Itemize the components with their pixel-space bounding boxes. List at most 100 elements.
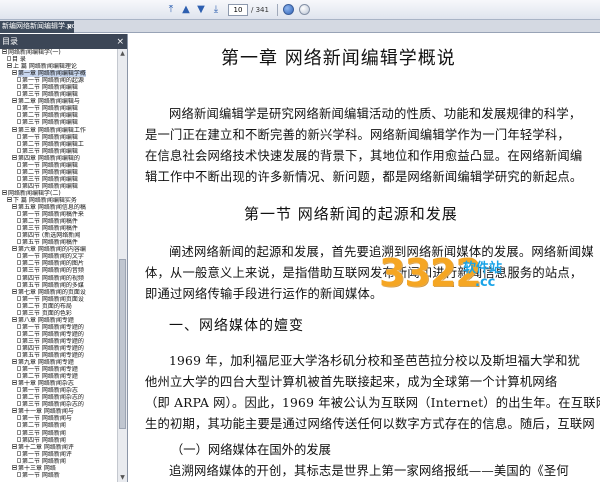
bookmark-item[interactable]: 第十二章 网络新闻评 — [0, 443, 118, 451]
bookmark-item[interactable]: 下 篇 网络新闻编辑实务 — [0, 196, 118, 204]
bookmark-item[interactable]: 第三节 页面的色彩 — [0, 309, 118, 317]
bookmark-item[interactable]: 第三节 网络新闻专题的 — [0, 337, 118, 345]
sidebar-header: 目录 × — [0, 34, 127, 49]
expand-toggle-icon[interactable] — [12, 464, 17, 470]
bookmark-item[interactable]: 第五节 网络新闻稿件 — [0, 239, 118, 246]
bookmark-item[interactable]: 第一节 网络新闻的文字 — [0, 253, 118, 260]
next-page-button[interactable]: ▼ — [195, 4, 207, 16]
bookmark-item[interactable]: 第三节 网络新闻编辑 — [0, 91, 118, 98]
expand-toggle-icon[interactable] — [7, 63, 12, 69]
bookmark-item[interactable]: 第二节 网络新闻编辑 — [0, 168, 118, 176]
bookmark-item[interactable]: 第十一章 网络新闻与 — [0, 408, 118, 415]
bookmark-item[interactable]: 第六章 网络新闻的内容编 — [0, 246, 118, 253]
bookmark-item[interactable]: 第三章 网络新闻编辑工作 — [0, 126, 118, 134]
bookmark-item[interactable]: 第二节 网络新闻专题的 — [0, 330, 118, 338]
page-icon — [17, 281, 21, 287]
page-icon — [17, 182, 21, 188]
bookmark-item[interactable]: 第四节 网络新闻编辑 — [0, 182, 118, 190]
bookmark-item[interactable]: 第一节 网络新 — [0, 471, 118, 479]
page-number-input[interactable]: 10 — [228, 3, 248, 16]
scroll-down-icon[interactable]: ▼ — [118, 473, 127, 482]
bookmark-item[interactable]: 第一节 网络新闻的起源 — [0, 77, 118, 84]
expand-toggle-icon[interactable] — [12, 154, 17, 160]
go-forward-button[interactable] — [298, 4, 310, 15]
bookmark-item[interactable]: 第一节 网络新闻编辑 — [0, 133, 118, 141]
expand-toggle-icon[interactable] — [12, 288, 17, 294]
bookmark-item[interactable]: 第四章 网络新闻编辑的 — [0, 154, 118, 162]
expand-toggle-icon[interactable] — [7, 196, 12, 202]
last-page-button[interactable]: ⤓ — [210, 4, 222, 16]
bookmark-item[interactable]: 第二节 网络新闻杂志的 — [0, 394, 118, 401]
bookmark-item[interactable]: 第四节 网络新闻的视频 — [0, 274, 118, 282]
previous-page-button[interactable]: ▲ — [180, 4, 192, 16]
expand-toggle-icon[interactable] — [2, 49, 7, 54]
bookmark-item[interactable]: 第五节 网络新闻的多媒 — [0, 281, 118, 289]
expand-toggle-icon[interactable] — [2, 189, 7, 195]
bookmark-item[interactable]: 第一节 网络新闻编辑 — [0, 161, 118, 169]
bookmark-item[interactable]: 第二节 网络新闻专题 — [0, 373, 118, 380]
tab-document[interactable]: 新编网络新闻编辑学.pdf — [0, 21, 74, 33]
expand-toggle-icon[interactable] — [12, 98, 17, 104]
bookmark-item[interactable]: 第一节 网络新闻专题 — [0, 366, 118, 373]
bookmark-item[interactable]: 第二节 网络新闻编辑工 — [0, 140, 118, 148]
expand-toggle-icon[interactable] — [12, 204, 17, 210]
bookmark-item[interactable]: 第十章 网络新闻杂志 — [0, 380, 118, 387]
bookmark-item[interactable]: 第四节 网络新闻 — [0, 436, 118, 444]
bookmark-item[interactable]: 网络新闻编辑学(一) — [0, 49, 118, 56]
bookmark-item[interactable]: 上 篇 网络新闻编辑理论 — [0, 63, 118, 70]
expand-toggle-icon[interactable] — [12, 246, 17, 252]
bookmark-item[interactable]: 第三节 网络新闻编辑 — [0, 119, 118, 126]
bookmark-item[interactable]: 第一节 网络新闻稿件来 — [0, 211, 118, 218]
paragraph-line: 即通过网络传输手段进行运作的新闻媒体。 — [145, 287, 383, 301]
go-back-button[interactable] — [282, 4, 294, 15]
bookmark-item[interactable]: 第二章 网络新闻编辑与 — [0, 98, 118, 105]
expand-toggle-icon[interactable] — [12, 380, 17, 386]
sidebar-close-icon[interactable]: × — [116, 35, 124, 50]
bookmark-item[interactable]: 第五章 网络新闻信息的稿 — [0, 204, 118, 211]
page-icon — [17, 260, 21, 266]
bookmark-item[interactable]: 第三节 网络新闻编辑 — [0, 147, 118, 155]
expand-toggle-icon[interactable] — [12, 408, 17, 414]
bookmark-item[interactable]: 第五节 网络新闻专题的 — [0, 352, 118, 359]
bookmark-item[interactable]: 第一节 网络新闻杂志 — [0, 387, 118, 394]
expand-toggle-icon[interactable] — [12, 316, 17, 322]
bookmark-item[interactable]: 第九章 网络新闻专题 — [0, 359, 118, 366]
bookmark-item[interactable]: 第七章 网络新闻的页面设 — [0, 288, 118, 296]
bookmark-item[interactable]: 第三节 网络新闻杂志的 — [0, 401, 118, 408]
bookmark-item[interactable]: 第四节 (新选网络新闻 — [0, 232, 118, 239]
scroll-thumb[interactable] — [119, 259, 126, 429]
expand-toggle-icon[interactable] — [12, 70, 17, 76]
bookmark-item[interactable]: 第一章 网络新闻编辑学概 — [0, 70, 118, 78]
expand-toggle-icon[interactable] — [12, 359, 17, 365]
bookmark-item[interactable]: 第一节 网络新闻页面设 — [0, 295, 118, 303]
bookmark-item[interactable]: 第二节 网络新闻编辑 — [0, 112, 118, 119]
scroll-up-icon[interactable]: ▲ — [118, 49, 127, 58]
sidebar-scrollbar[interactable]: ▲ ▼ — [117, 49, 127, 482]
expand-toggle-icon[interactable] — [12, 443, 17, 449]
bookmark-item[interactable]: 第二节 网络新闻稿件 — [0, 218, 118, 225]
bookmark-item[interactable]: 第二节 网络新闻 — [0, 457, 118, 465]
expand-toggle-icon[interactable] — [12, 126, 17, 132]
bookmark-item[interactable]: 第二节 网络新闻 — [0, 422, 118, 429]
bookmark-item[interactable]: 第二节 网络新闻的图片 — [0, 260, 118, 267]
bookmark-item[interactable]: 第一节 网络新闻编辑 — [0, 105, 118, 112]
bookmark-label: 第一节 网络新闻编辑 — [22, 161, 78, 169]
up-arrow-icon: ▲ — [182, 3, 190, 15]
first-page-button[interactable]: ⤒ — [165, 4, 177, 16]
bookmark-item[interactable]: 第二节 页面的布局 — [0, 302, 118, 310]
bookmark-item[interactable]: 网络新闻编辑学(二) — [0, 189, 118, 197]
bookmark-item[interactable]: 第八章 网络新闻专题 — [0, 316, 118, 324]
bookmark-item[interactable]: 第三节 网络新闻的音频 — [0, 267, 118, 274]
bookmark-item[interactable]: 第四节 网络新闻专题的 — [0, 344, 118, 352]
bookmark-item[interactable]: 第三节 网络新闻 — [0, 429, 118, 437]
bookmark-item[interactable]: 第一节 网络新闻评 — [0, 450, 118, 458]
bookmark-item[interactable]: 第三节 网络新闻编辑 — [0, 175, 118, 183]
bookmark-item[interactable]: 第一节 网络新闻与 — [0, 415, 118, 422]
tab-close-icon[interactable]: × — [66, 22, 74, 31]
bookmark-item[interactable]: 目 录 — [0, 56, 118, 63]
bookmark-item[interactable]: 第三节 网络新闻稿件 — [0, 225, 118, 232]
page-icon — [17, 429, 21, 435]
bookmark-item[interactable]: 第二节 网络新闻编辑 — [0, 84, 118, 91]
bookmark-item[interactable]: 第十三章 网络 — [0, 464, 118, 472]
bookmark-item[interactable]: 第一节 网络新闻专题的 — [0, 323, 118, 331]
